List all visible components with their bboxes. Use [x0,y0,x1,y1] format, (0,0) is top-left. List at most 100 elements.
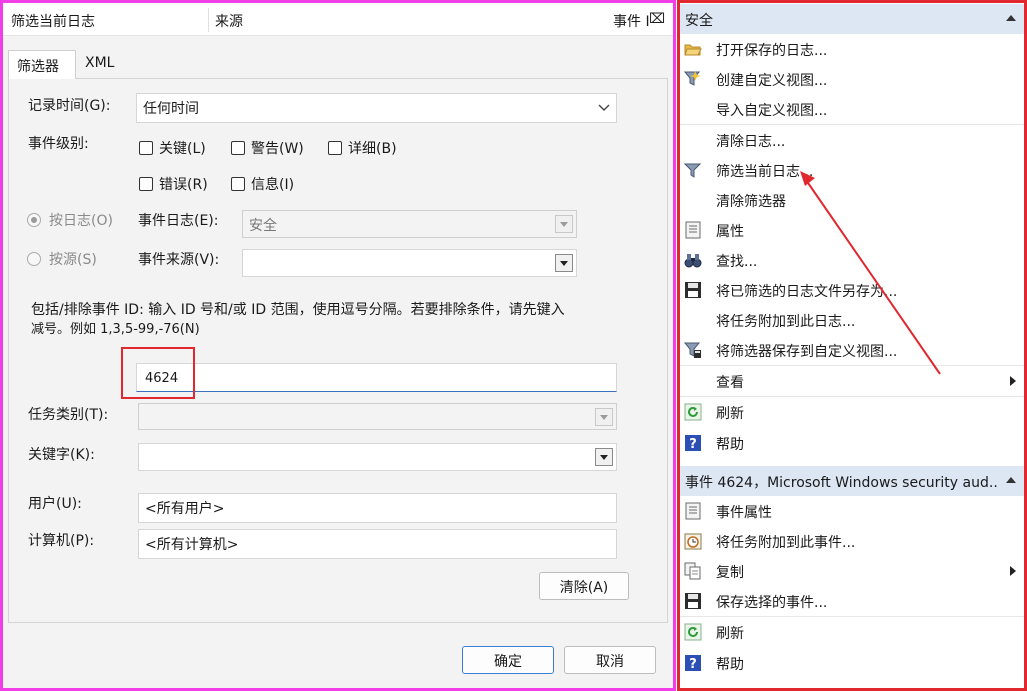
dropdown-arrow-icon [595,408,613,426]
warning-checkbox[interactable]: 警告(W) [231,138,304,158]
dropdown-arrow-icon [555,215,573,233]
computer-value: <所有计算机> [145,537,239,553]
submenu-arrow-icon [1010,566,1016,576]
clear-button[interactable]: 清除(A) [539,572,629,600]
action-clear-filter[interactable]: 清除筛选器 [680,185,1024,215]
checkbox-label: 警告(W) [251,141,304,157]
action-label: 复制 [716,565,744,581]
action-label: 导入自定义视图... [716,103,828,119]
by-source-radio[interactable]: 按源(S) [27,249,97,269]
action-label: 保存选择的事件... [716,595,828,611]
radio-circle[interactable] [27,213,41,227]
action-refresh[interactable]: 刷新 [680,397,1024,427]
header-overflow-icon[interactable]: ⌧ [649,11,665,27]
screen: 筛选当前日志 来源 事件 ID ⌧ 筛选器 XML 记录时间(G): 任何时间 … [0,0,1027,691]
action-import-custom-view[interactable]: 导入自定义视图... [680,94,1024,124]
event-source-select[interactable] [242,249,577,277]
checkbox-box[interactable] [231,177,245,191]
action-properties[interactable]: 属性 [680,215,1024,245]
checkbox-label: 信息(I) [251,177,295,193]
action-copy[interactable]: 复制 [680,556,1024,586]
submenu-arrow-icon [1010,376,1016,386]
action-label: 查找... [716,254,758,270]
cancel-button[interactable]: 取消 [564,646,656,674]
task-category-select [138,403,617,430]
event-id-input[interactable]: 4624 [136,363,617,392]
action-label: 筛选当前日志... [716,164,814,180]
logged-value: 任何时间 [143,101,199,117]
keywords-select[interactable] [138,443,617,471]
collapse-up-icon[interactable] [1006,15,1016,21]
action-attach-task-to-log[interactable]: 将任务附加到此日志... [680,305,1024,335]
action-view[interactable]: 查看 [680,366,1024,396]
checkbox-label: 关键(L) [159,141,206,157]
collapse-up-icon[interactable] [1006,477,1016,483]
filter-save-icon [684,342,701,358]
action-clear-log[interactable]: 清除日志... [680,125,1024,155]
action-save-selected-events[interactable]: 保存选择的事件... [680,586,1024,616]
event-log-select: 安全 [242,210,577,238]
actions-pane: 安全 打开保存的日志... 创建自定义视图... 导入自定义视图... 清除日志… [677,0,1027,691]
action-filter-current-log[interactable]: 筛选当前日志... [680,155,1024,185]
action-create-custom-view[interactable]: 创建自定义视图... [680,64,1024,94]
event-log-label: 事件日志(E): [138,213,219,229]
ok-button[interactable]: 确定 [462,646,554,674]
properties-icon [685,221,701,239]
tab-filter[interactable]: 筛选器 [8,50,76,79]
filter-current-log-dialog: 筛选当前日志 来源 事件 ID ⌧ 筛选器 XML 记录时间(G): 任何时间 … [0,0,676,691]
action-label: 清除日志... [716,134,786,150]
computer-label: 计算机(P): [28,533,95,549]
section-header-security[interactable]: 安全 [680,4,1024,34]
by-log-radio[interactable]: 按日志(O) [27,210,113,230]
action-label: 事件属性 [716,505,772,521]
action-find[interactable]: 查找... [680,245,1024,275]
user-label: 用户(U): [28,496,82,512]
header-source-column[interactable]: 来源 [215,11,243,31]
action-help[interactable]: ? 帮助 [680,428,1024,458]
action-save-filter-to-view[interactable]: 将筛选器保存到自定义视图... [680,335,1024,365]
tab-xml[interactable]: XML [77,50,131,78]
refresh-icon [684,403,702,421]
action-label: 查看 [716,375,744,391]
user-value: <所有用户> [145,501,225,517]
dialog-header: 筛选当前日志 来源 事件 ID ⌧ [3,3,673,36]
verbose-checkbox[interactable]: 详细(B) [328,138,397,158]
svg-text:?: ? [689,657,697,672]
event-id-description: 包括/排除事件 ID: 输入 ID 号和/或 ID 范围，使用逗号分隔。若要排除… [31,301,641,339]
logged-select[interactable]: 任何时间 [136,93,617,123]
action-label: 帮助 [716,437,744,453]
checkbox-box[interactable] [231,141,245,155]
checkbox-box[interactable] [139,177,153,191]
computer-input[interactable]: <所有计算机> [138,529,617,559]
information-checkbox[interactable]: 信息(I) [231,174,294,194]
checkbox-box[interactable] [328,141,342,155]
dropdown-arrow-icon[interactable] [555,254,573,272]
action-help-event[interactable]: ? 帮助 [680,648,1024,678]
keywords-label: 关键字(K): [28,447,95,463]
critical-checkbox[interactable]: 关键(L) [139,138,206,158]
action-label: 清除筛选器 [716,194,786,210]
action-refresh-event[interactable]: 刷新 [680,617,1024,647]
copy-icon [684,562,701,580]
action-event-properties[interactable]: 事件属性 [680,496,1024,526]
user-input[interactable]: <所有用户> [138,493,617,523]
action-label: 将任务附加到此日志... [716,314,856,330]
help-icon: ? [685,435,701,452]
dropdown-arrow-icon[interactable] [595,448,613,466]
checkbox-box[interactable] [139,141,153,155]
radio-circle[interactable] [27,252,41,266]
save-icon [685,593,701,609]
action-label: 创建自定义视图... [716,73,828,89]
error-checkbox[interactable]: 错误(R) [139,174,208,194]
radio-label: 按源(S) [49,252,97,268]
event-level-label: 事件级别: [28,136,89,152]
action-attach-task-to-event[interactable]: 将任务附加到此事件... [680,526,1024,556]
description-line-2: 减号。例如 1,3,5-99,-76(N) [31,322,200,337]
section-header-event[interactable]: 事件 4624，Microsoft Windows security aud..… [680,466,1024,496]
action-open-saved-log[interactable]: 打开保存的日志... [680,34,1024,64]
checkbox-label: 错误(R) [159,177,208,193]
chevron-down-icon [598,104,610,111]
header-event-id-column[interactable]: 事件 ID [613,11,649,31]
logged-label: 记录时间(G): [28,98,111,114]
action-save-filtered-log[interactable]: 将已筛选的日志文件另存为... [680,275,1024,305]
